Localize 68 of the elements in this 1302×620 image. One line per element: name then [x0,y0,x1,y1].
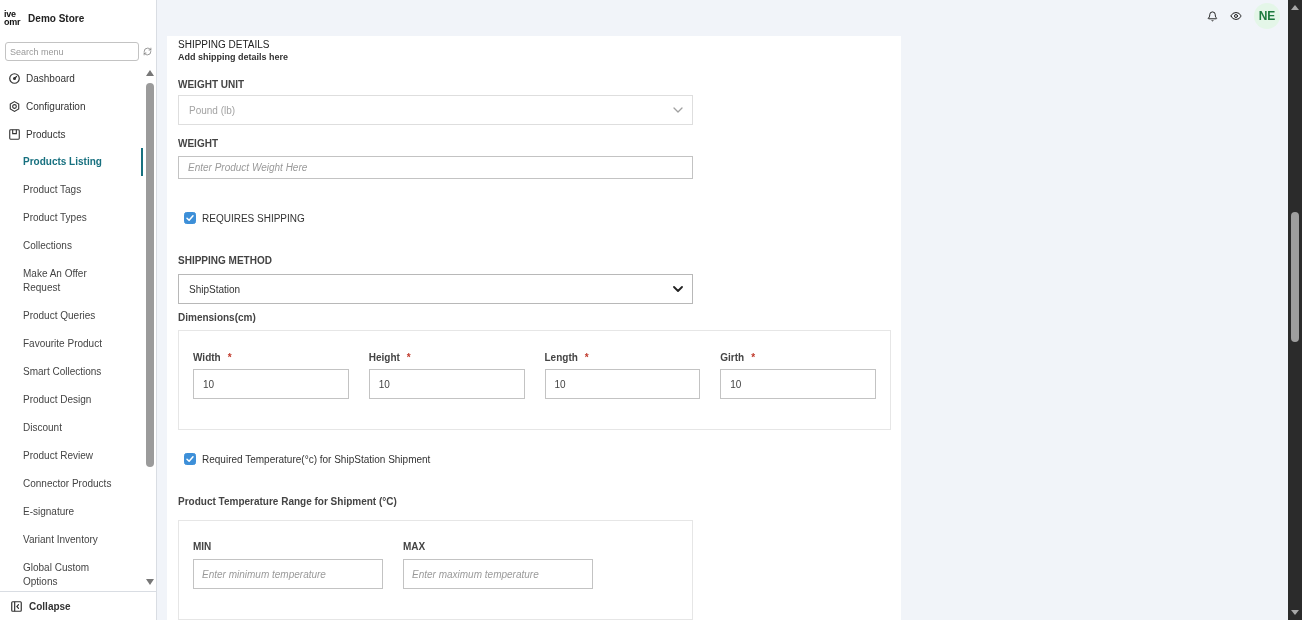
dimension-input[interactable]: 10 [544,369,701,399]
field-label: SHIPPING METHOD [178,255,273,267]
checkbox[interactable] [184,453,196,465]
sidebar-item[interactable]: Favourite Product [0,330,143,358]
scroll-up-arrow-icon[interactable] [1291,5,1299,10]
scrollbar-thumb[interactable] [1291,212,1299,342]
field-label: Width [193,350,221,365]
required-mark: * [406,350,411,365]
box-icon [9,128,20,140]
chevron-down-icon [673,107,683,113]
logo: ive omr [4,10,21,26]
weight-input[interactable]: Enter Product Weight Here [178,156,693,179]
required-mark: * [584,350,589,365]
sidebar-item[interactable]: Product Types [0,204,143,232]
dimension-input[interactable]: 10 [193,369,349,399]
required-mark: * [751,350,756,365]
chevron-down-icon [673,286,683,292]
sidebar-item[interactable]: Products [0,120,143,148]
search-field[interactable]: Search menu [5,42,139,61]
sidebar-item[interactable]: Global Custom Options [0,554,143,591]
scroll-up-arrow-icon[interactable] [145,70,154,76]
scroll-down-arrow-icon[interactable] [145,579,154,585]
temperature-input[interactable]: Enter maximum temperature [403,559,593,589]
sidebar-item[interactable]: Product Review [0,442,143,470]
sidebar-item[interactable]: Product Queries [0,302,143,330]
dimension-input[interactable]: 10 [368,369,525,399]
section-subtitle: Add shipping details here [178,51,289,63]
notification-bell-icon[interactable] [1207,10,1218,22]
temperature-input[interactable]: Enter minimum temperature [193,559,383,589]
required-mark: * [227,350,232,365]
eye-icon[interactable] [1230,10,1242,22]
scrollbar-thumb[interactable] [145,83,154,467]
page-scrollbar[interactable] [1288,0,1302,620]
checkbox-label: REQUIRES SHIPPING [202,211,305,226]
sidebar-item[interactable]: Dashboard [0,64,143,92]
settings-icon [9,100,20,112]
collapse-icon [11,600,22,612]
section-title: SHIPPING DETAILS [178,39,271,51]
refresh-icon[interactable] [143,47,152,56]
shipping-method-select[interactable]: ShipStation [178,274,693,304]
collapse-button[interactable]: Collapse [11,598,71,614]
sidebar-item[interactable]: E-signature [0,498,143,526]
user-avatar[interactable]: NE [1254,3,1280,29]
sidebar-item[interactable]: Product Design [0,386,143,414]
field-label: WEIGHT UNIT [178,79,246,91]
group-title: Product Temperature Range for Shipment (°C) [178,496,398,508]
field-label: MAX [403,541,427,553]
sidebar-item[interactable]: Make An Offer Request [0,260,143,302]
field-label: WEIGHT [178,138,219,150]
sidebar-item[interactable]: Product Tags [0,176,143,204]
store-name: Demo Store [28,11,85,26]
dimension-input[interactable]: 10 [720,369,876,399]
sidebar-item[interactable]: Products Listing [0,148,143,176]
scroll-down-arrow-icon[interactable] [1291,610,1299,615]
sidebar-item[interactable]: Smart Collections [0,358,143,386]
sidebar-item[interactable]: Configuration [0,92,143,120]
sidebar-item[interactable]: Collections [0,232,143,260]
field-label: MIN [193,541,213,553]
checkbox-label: Required Temperature(°c) for ShipStation Shipment [202,452,431,467]
field-label: Length [544,350,578,365]
field-label: Girth [720,350,745,365]
sidebar-item[interactable]: Discount [0,414,143,442]
sidebar-item[interactable]: Connector Products [0,470,143,498]
gauge-icon [9,72,20,84]
field-label: Height [368,350,400,365]
checkbox[interactable] [184,212,196,224]
group-title: Dimensions(cm) [178,312,257,324]
sidebar-item[interactable]: Variant Inventory [0,526,143,554]
